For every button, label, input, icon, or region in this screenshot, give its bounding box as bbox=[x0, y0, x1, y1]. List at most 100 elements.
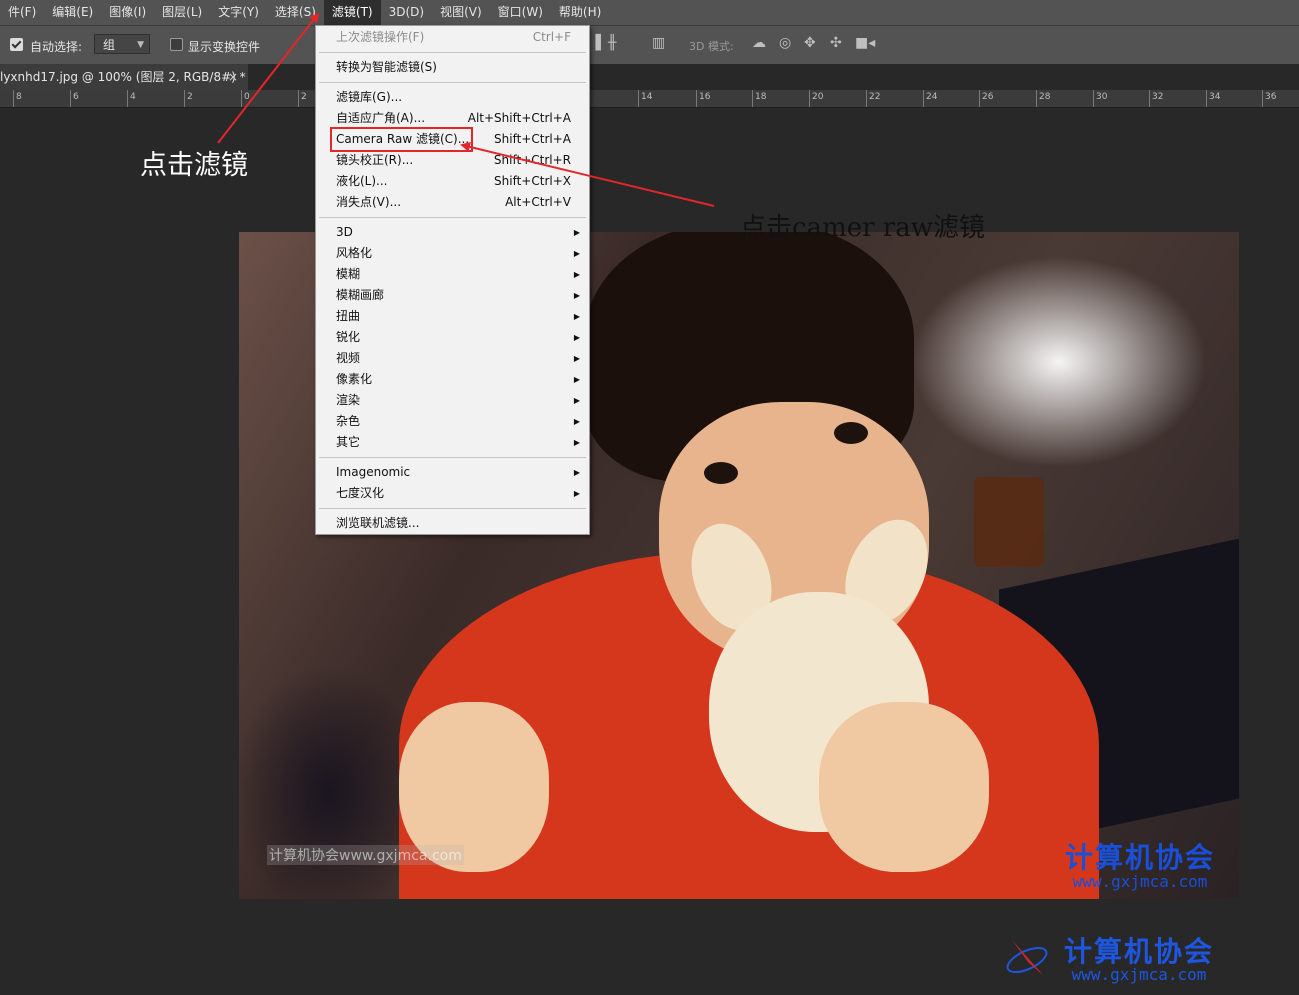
align-left-icon[interactable]: ▐ bbox=[590, 35, 601, 51]
ruler-tick bbox=[1206, 90, 1207, 107]
filter-menu-item[interactable]: 上次滤镜操作(F) Ctrl+F bbox=[316, 27, 589, 48]
filter-menu-item-label: 杂色 bbox=[336, 414, 361, 428]
options-bar: 自动选择: 组 ▼ 显示变换控件 ▐ ╫ ▥ 3D 模式: ☁ ◎ ✥ ✣ ■◂ bbox=[0, 25, 1299, 65]
filter-menu-item[interactable]: 扭曲 ▶ bbox=[316, 306, 589, 327]
ruler-tick bbox=[752, 90, 753, 107]
ruler-tick-label: 28 bbox=[1039, 92, 1051, 102]
slide-3d-icon[interactable]: ✣ bbox=[830, 35, 842, 51]
scale-3d-icon[interactable]: ■◂ bbox=[855, 35, 875, 51]
roll-3d-icon[interactable]: ◎ bbox=[779, 35, 791, 51]
ruler-tick bbox=[127, 90, 128, 107]
filter-menu-item-shortcut: Alt+Ctrl+V bbox=[505, 195, 571, 209]
filter-menu-item-label: 视频 bbox=[336, 351, 361, 365]
menu-item-6[interactable]: 滤镜(T) bbox=[323, 0, 381, 25]
filter-menu-item[interactable]: 自适应广角(A)... Alt+Shift+Ctrl+A bbox=[316, 108, 589, 129]
filter-menu-item-label: 模糊画廊 bbox=[336, 288, 385, 302]
menu-item-2[interactable]: 图像(I) bbox=[101, 0, 154, 25]
filter-menu-item[interactable]: 3D ▶ bbox=[316, 222, 589, 243]
filter-menu-item-label: 锐化 bbox=[336, 330, 361, 344]
auto-select-dropdown[interactable]: 组 ▼ bbox=[94, 34, 150, 54]
filter-menu-item-shortcut: Shift+Ctrl+A bbox=[494, 132, 571, 146]
filter-menu-item[interactable]: 浏览联机滤镜... bbox=[316, 513, 589, 534]
submenu-arrow-icon: ▶ bbox=[573, 417, 580, 426]
filter-menu-item[interactable]: 渲染 ▶ bbox=[316, 390, 589, 411]
filter-menu-item[interactable]: 模糊 ▶ bbox=[316, 264, 589, 285]
filter-menu-item-label: 模糊 bbox=[336, 267, 361, 281]
menu-item-0[interactable]: 件(F) bbox=[0, 0, 44, 25]
filter-menu-item[interactable]: 七度汉化 ▶ bbox=[316, 483, 589, 504]
auto-select-label: 自动选择: bbox=[30, 40, 83, 54]
filter-menu-item[interactable]: 像素化 ▶ bbox=[316, 369, 589, 390]
auto-select-value: 组 bbox=[103, 38, 116, 52]
filter-menu-item[interactable]: 转换为智能滤镜(S) bbox=[316, 57, 589, 78]
submenu-arrow-icon: ▶ bbox=[573, 396, 580, 405]
filter-menu-item[interactable]: 视频 ▶ bbox=[316, 348, 589, 369]
filter-menu-item-label: 液化(L)... bbox=[336, 174, 388, 188]
filter-menu-item-shortcut: Shift+Ctrl+R bbox=[493, 153, 571, 167]
submenu-arrow-icon: ▶ bbox=[573, 354, 580, 363]
menu-item-4[interactable]: 文字(Y) bbox=[210, 0, 267, 25]
show-transform-label: 显示变换控件 bbox=[188, 40, 261, 54]
filter-menu-item[interactable]: 消失点(V)... Alt+Ctrl+V bbox=[316, 192, 589, 213]
filter-menu-item[interactable]: 锐化 ▶ bbox=[316, 327, 589, 348]
menu-item-3[interactable]: 图层(L) bbox=[154, 0, 210, 25]
menu-item-5[interactable]: 选择(S) bbox=[267, 0, 324, 25]
submenu-arrow-icon: ▶ bbox=[573, 438, 580, 447]
submenu-arrow-icon: ▶ bbox=[573, 228, 580, 237]
menu-item-10[interactable]: 帮助(H) bbox=[551, 0, 609, 25]
filter-menu-item[interactable]: 其它 ▶ bbox=[316, 432, 589, 453]
submenu-arrow-icon: ▶ bbox=[573, 291, 580, 300]
filter-menu-item-shortcut: Ctrl+F bbox=[532, 30, 571, 44]
submenu-arrow-icon: ▶ bbox=[573, 468, 580, 477]
ruler-tick-label: 22 bbox=[869, 92, 881, 102]
filter-menu-item-label: 渲染 bbox=[336, 393, 361, 407]
menu-item-8[interactable]: 视图(V) bbox=[432, 0, 490, 25]
menu-item-1[interactable]: 编辑(E) bbox=[44, 0, 101, 25]
site-watermark-cn: 计算机协会 bbox=[1064, 935, 1215, 968]
site-watermark-url: www.gxjmca.com bbox=[1071, 965, 1207, 984]
filter-menu-item[interactable]: 杂色 ▶ bbox=[316, 411, 589, 432]
menu-separator bbox=[319, 508, 586, 509]
ruler-tick bbox=[866, 90, 867, 107]
ruler-tick bbox=[1036, 90, 1037, 107]
ruler-tick-label: 32 bbox=[1152, 92, 1164, 102]
menu-item-7[interactable]: 3D(D) bbox=[381, 0, 432, 25]
show-transform-checkbox[interactable] bbox=[170, 38, 183, 51]
filter-menu-item[interactable]: 液化(L)... Shift+Ctrl+X bbox=[316, 171, 589, 192]
close-icon[interactable]: × bbox=[228, 64, 238, 90]
filter-menu-item[interactable]: 模糊画廊 ▶ bbox=[316, 285, 589, 306]
filter-menu-item[interactable]: 镜头校正(R)... Shift+Ctrl+R bbox=[316, 150, 589, 171]
orbit-3d-icon[interactable]: ☁ bbox=[752, 35, 766, 51]
photo-hand-right bbox=[819, 702, 989, 872]
filter-menu-item-shortcut: Alt+Shift+Ctrl+A bbox=[467, 111, 571, 125]
menu-separator bbox=[319, 52, 586, 53]
menu-separator bbox=[319, 217, 586, 218]
filter-menu-item[interactable]: 滤镜库(G)... bbox=[316, 87, 589, 108]
menu-item-9[interactable]: 窗口(W) bbox=[490, 0, 551, 25]
ruler-tick-label: 18 bbox=[755, 92, 767, 102]
filter-menu-item[interactable]: 风格化 ▶ bbox=[316, 243, 589, 264]
ruler-tick-label: 6 bbox=[73, 92, 79, 102]
ruler-tick-label: 4 bbox=[130, 92, 136, 102]
submenu-arrow-icon: ▶ bbox=[573, 489, 580, 498]
align-center-icon[interactable]: ╫ bbox=[608, 35, 616, 51]
ruler-tick-label: 34 bbox=[1209, 92, 1221, 102]
auto-select-checkbox[interactable] bbox=[10, 38, 23, 51]
ruler-tick bbox=[184, 90, 185, 107]
chevron-down-icon: ▼ bbox=[137, 40, 144, 50]
submenu-arrow-icon: ▶ bbox=[573, 312, 580, 321]
ruler-tick-label: 2 bbox=[301, 92, 307, 102]
photo-eye-left bbox=[704, 462, 738, 484]
filter-menu-item[interactable]: Imagenomic ▶ bbox=[316, 462, 589, 483]
distribute-icon[interactable]: ▥ bbox=[652, 35, 665, 51]
annotation-click-camera-raw: 点击camer raw滤镜 bbox=[740, 213, 985, 243]
pan-3d-icon[interactable]: ✥ bbox=[804, 35, 816, 51]
ruler-tick bbox=[1093, 90, 1094, 107]
document-tab[interactable]: lyxnhd17.jpg @ 100% (图层 2, RGB/8#) * × bbox=[0, 64, 248, 90]
photo-glass bbox=[974, 477, 1044, 567]
ruler-tick-label: 24 bbox=[926, 92, 938, 102]
filter-menu-item-shortcut: Shift+Ctrl+X bbox=[494, 174, 571, 188]
ruler-tick-label: 0 bbox=[244, 92, 250, 102]
filter-menu-item-label: 转换为智能滤镜(S) bbox=[336, 60, 437, 74]
ruler-tick bbox=[923, 90, 924, 107]
